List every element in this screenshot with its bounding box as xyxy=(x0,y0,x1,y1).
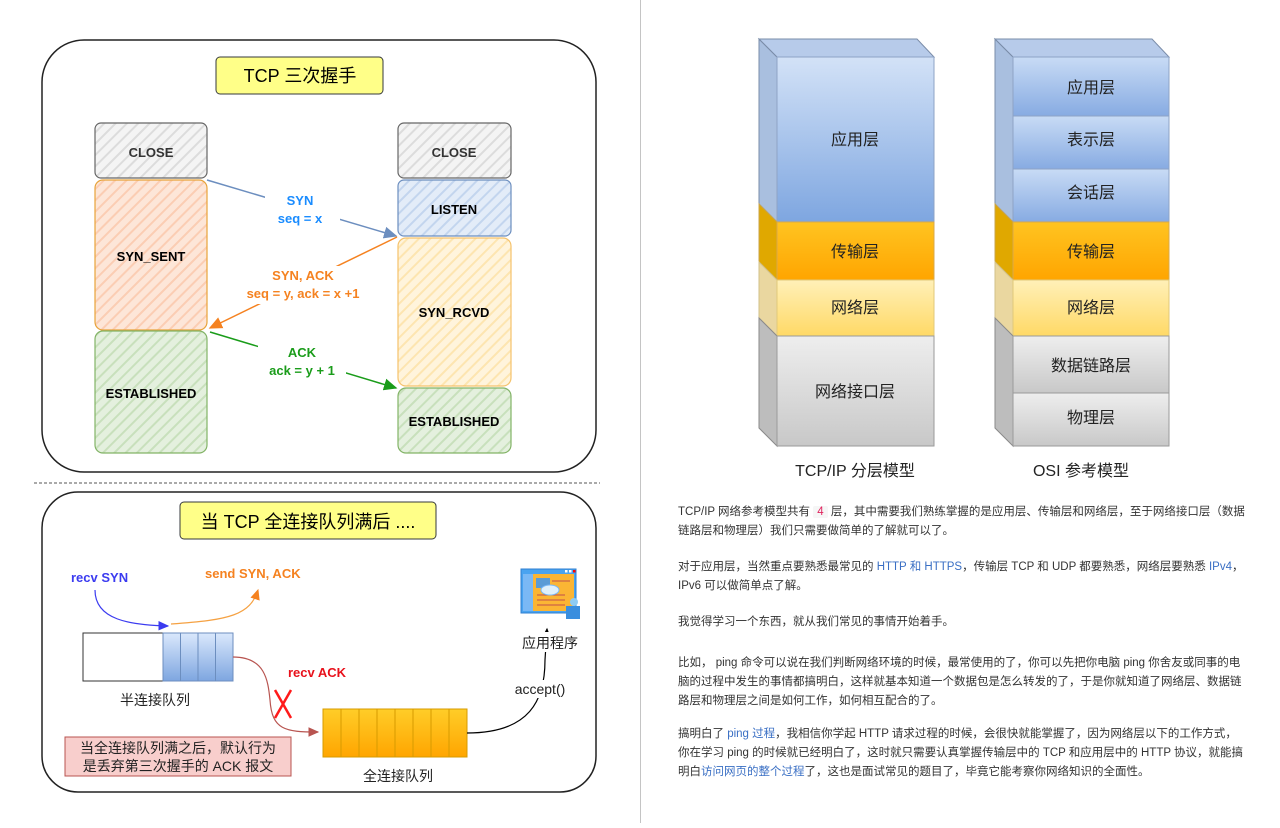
synack-seq-label: seq = y, ack = x +1 xyxy=(247,286,360,301)
left-page: TCP 三次握手 CLOSE SYN_SENT ESTABLISHED CLOS… xyxy=(0,0,640,823)
osi-layer-label: 物理层 xyxy=(1067,409,1115,427)
server-state-listen-label: LISTEN xyxy=(431,202,477,217)
syn-label: SYN xyxy=(287,193,314,208)
half-queue-label: 半连接队列 xyxy=(120,692,190,708)
recv-ack-label: recv ACK xyxy=(288,665,347,680)
article-paragraph-4: 比如， ping 命令可以说在我们判断网络环境的时候，最常使用的了，你可以先把你… xyxy=(678,657,1242,707)
tcpip-layer-label: 网络层 xyxy=(831,298,879,317)
osi-layer-label: 会话层 xyxy=(1067,184,1115,202)
drop-note-line2: 是丢弃第三次握手的 ACK 报文 xyxy=(83,758,274,774)
tcpip-layer-label: 应用层 xyxy=(831,130,879,149)
drop-note-line1: 当全连接队列满之后，默认行为 xyxy=(80,740,276,756)
accept-label: accept() xyxy=(515,681,566,697)
handshake-title: TCP 三次握手 xyxy=(244,66,357,86)
tcp-diagrams: TCP 三次握手 CLOSE SYN_SENT ESTABLISHED CLOS… xyxy=(34,39,600,793)
tcpip-layer-label: 网络接口层 xyxy=(815,382,895,401)
ack-seq-label: ack = y + 1 xyxy=(269,363,335,378)
link-ping-process[interactable]: ping 过程 xyxy=(727,728,775,740)
tcpip-caption: TCP/IP 分层模型 xyxy=(795,462,915,480)
text: 对于应用层，当然重点要熟悉最常见的 xyxy=(678,561,877,573)
ack-label: ACK xyxy=(288,345,317,360)
queue-title: 当 TCP 全连接队列满后 .... xyxy=(201,512,416,532)
text: TCP/IP 网络参考模型共有 xyxy=(678,506,814,518)
half-queue-empty xyxy=(82,632,164,682)
application-icon xyxy=(520,568,580,619)
recv-syn-label: recv SYN xyxy=(71,570,128,585)
client-state-syn-sent-label: SYN_SENT xyxy=(117,249,186,264)
link-ipv4[interactable]: IPv4 xyxy=(1209,561,1232,573)
inline-code: 4 xyxy=(813,506,828,518)
send-synack-label: send SYN, ACK xyxy=(205,566,301,581)
link-http-https[interactable]: HTTP 和 HTTPS xyxy=(877,561,962,573)
article-paragraph-2: 对于应用层，当然重点要熟悉最常见的 HTTP 和 HTTPS，传输层 TCP 和… xyxy=(678,558,1248,596)
article-paragraph-5: 搞明白了 ping 过程，我相信你学起 HTTP 请求过程的时候，会很快就能掌握… xyxy=(678,725,1248,782)
full-queue-label: 全连接队列 xyxy=(363,768,433,784)
client-state-established-label: ESTABLISHED xyxy=(106,386,197,401)
article-paragraph-3: 我觉得学习一个东西，就从我们常见的事情开始着手。 xyxy=(678,616,954,628)
osi-stack xyxy=(993,37,1171,448)
osi-layer-label: 数据链路层 xyxy=(1051,357,1131,375)
osi-layer-label: 传输层 xyxy=(1067,243,1115,261)
osi-caption: OSI 参考模型 xyxy=(1033,462,1129,480)
app-label: 应用程序 xyxy=(522,635,578,651)
full-queue-slots xyxy=(322,708,468,758)
text: 搞明白了 xyxy=(678,728,728,740)
client-state-close-label: CLOSE xyxy=(129,145,174,160)
tcpip-layer-label: 传输层 xyxy=(831,243,879,261)
server-state-syn-rcvd-label: SYN_RCVD xyxy=(419,305,490,320)
link-web-access-process[interactable]: 访问网页的整个过程 xyxy=(701,766,805,778)
layer-models-diagram: 应用层 传输层 网络层 网络接口层 TCP/IP 分层模型 应用层 表示层 会话… xyxy=(757,37,1171,480)
text: ，传输层 TCP 和 UDP 都要熟悉，网络层要熟悉 xyxy=(962,561,1209,573)
osi-layer-label: 应用层 xyxy=(1067,78,1115,97)
server-state-close-label: CLOSE xyxy=(432,145,477,160)
text: 了，这也是面试常见的题目了，毕竟它能考察你网络知识的全面性。 xyxy=(804,766,1150,778)
syn-seq-label: seq = x xyxy=(278,211,323,226)
half-queue-slots xyxy=(162,632,234,682)
server-state-established-label: ESTABLISHED xyxy=(409,414,500,429)
osi-layer-label: 表示层 xyxy=(1067,131,1115,149)
article-paragraph-1: TCP/IP 网络参考模型共有 4 层，其中需要我们熟练掌握的是应用层、传输层和… xyxy=(678,503,1248,541)
osi-layer-label: 网络层 xyxy=(1067,298,1115,317)
synack-label: SYN, ACK xyxy=(272,268,334,283)
